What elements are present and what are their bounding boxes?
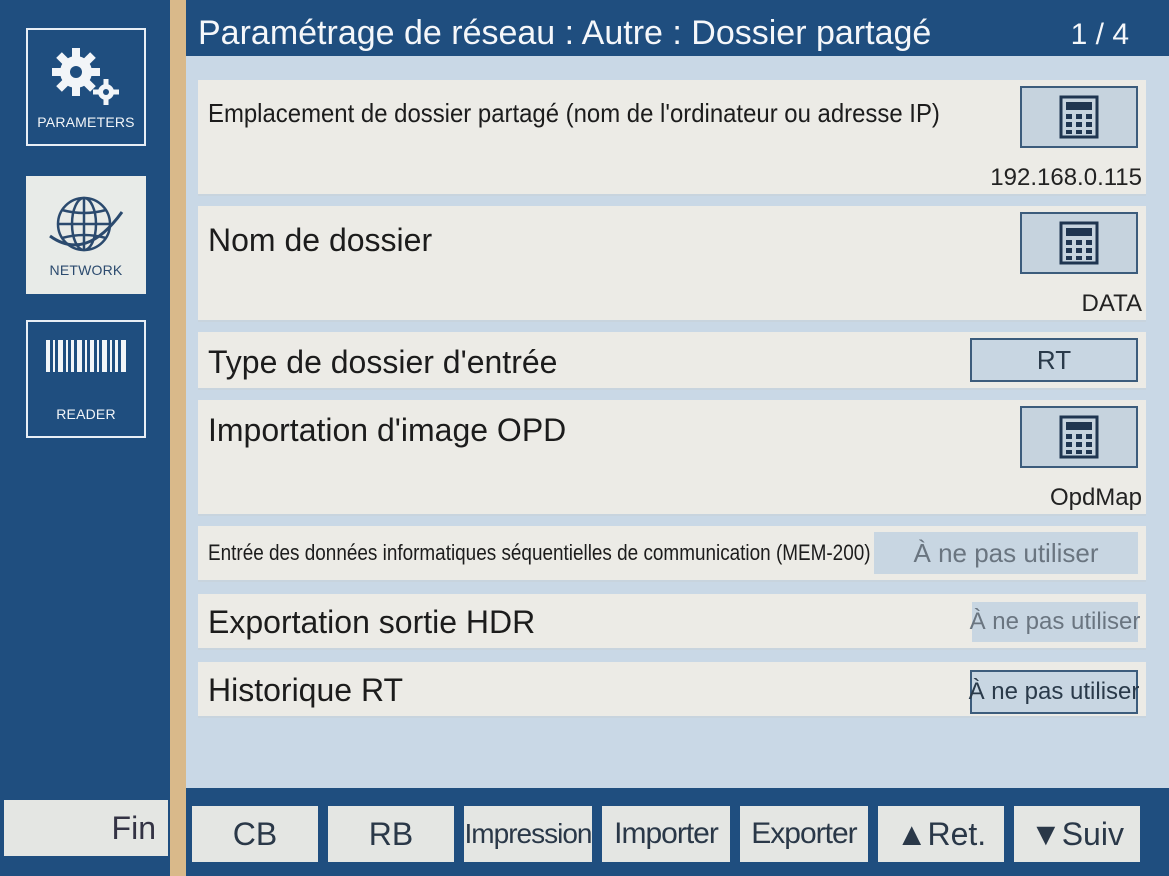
setting-row-folder-name[interactable]: Nom de dossier DATA [198,206,1146,322]
globe-icon [49,196,124,252]
keyboard-button[interactable] [1020,406,1138,468]
header: Paramétrage de réseau : Autre : Dossier … [186,0,1169,56]
sidebar-item-network[interactable]: NETWORK [26,176,146,294]
gears-icon [52,48,119,105]
keyboard-button[interactable] [1020,86,1138,148]
mem200-select-button[interactable]: À ne pas utiliser [874,532,1138,574]
setting-row-opd-image-import[interactable]: Importation d'image OPD OpdMap [198,400,1146,516]
hdr-export-select-button[interactable]: À ne pas utiliser [970,602,1140,642]
impression-button[interactable]: Impression [464,806,592,862]
setting-label: Importation d'image OPD [208,412,567,448]
setting-label: Exportation sortie HDR [208,604,536,640]
barcode-icon [46,340,126,372]
setting-label: Entrée des données informatiques séquent… [208,540,871,565]
setting-label: Nom de dossier [208,222,433,258]
keyboard-icon [1059,95,1099,139]
settings-panel: Emplacement de dossier partagé (nom de l… [186,56,1169,788]
fin-button[interactable]: Fin [4,800,168,856]
rb-button[interactable]: RB [328,806,454,862]
setting-row-shared-folder-location[interactable]: Emplacement de dossier partagé (nom de l… [198,80,1146,196]
folder-type-select-button[interactable]: RT [970,338,1138,382]
setting-row-hdr-export[interactable]: Exportation sortie HDR À ne pas utiliser [198,594,1146,650]
sidebar: PARAMETERS NETWORK READER Fin [0,0,170,876]
function-bar: CB RB Impression Importer Exporter ▲Ret.… [186,788,1169,876]
sidebar-item-label: READER [56,406,116,422]
next-page-button[interactable]: ▼Suiv [1014,806,1140,862]
setting-value: OpdMap [1049,484,1142,511]
setting-value: 192.168.0.115 [990,164,1142,191]
keyboard-icon [1059,221,1099,265]
importer-button[interactable]: Importer [602,806,730,862]
setting-row-input-folder-type[interactable]: Type de dossier d'entrée RT [198,332,1146,390]
page-indicator: 1 / 4 [1070,18,1129,51]
sidebar-item-label: NETWORK [49,262,123,278]
setting-label: Type de dossier d'entrée [208,344,558,380]
divider [170,0,186,876]
sidebar-item-parameters[interactable]: PARAMETERS [26,28,146,146]
setting-row-mem200-input[interactable]: Entrée des données informatiques séquent… [198,526,1146,582]
exporter-button[interactable]: Exporter [740,806,868,862]
page-title: Paramétrage de réseau : Autre : Dossier … [198,14,932,52]
keyboard-button[interactable] [1020,212,1138,274]
setting-label: Emplacement de dossier partagé (nom de l… [208,98,940,128]
sidebar-item-label: PARAMETERS [37,114,135,130]
setting-label: Historique RT [208,672,404,708]
rt-history-select-button[interactable]: À ne pas utiliser [969,670,1139,714]
cb-button[interactable]: CB [192,806,318,862]
sidebar-item-reader[interactable]: READER [26,320,146,438]
previous-page-button[interactable]: ▲Ret. [878,806,1004,862]
setting-row-rt-history[interactable]: Historique RT À ne pas utiliser [198,662,1146,718]
setting-value: DATA [1081,290,1142,317]
keyboard-icon [1059,415,1099,459]
